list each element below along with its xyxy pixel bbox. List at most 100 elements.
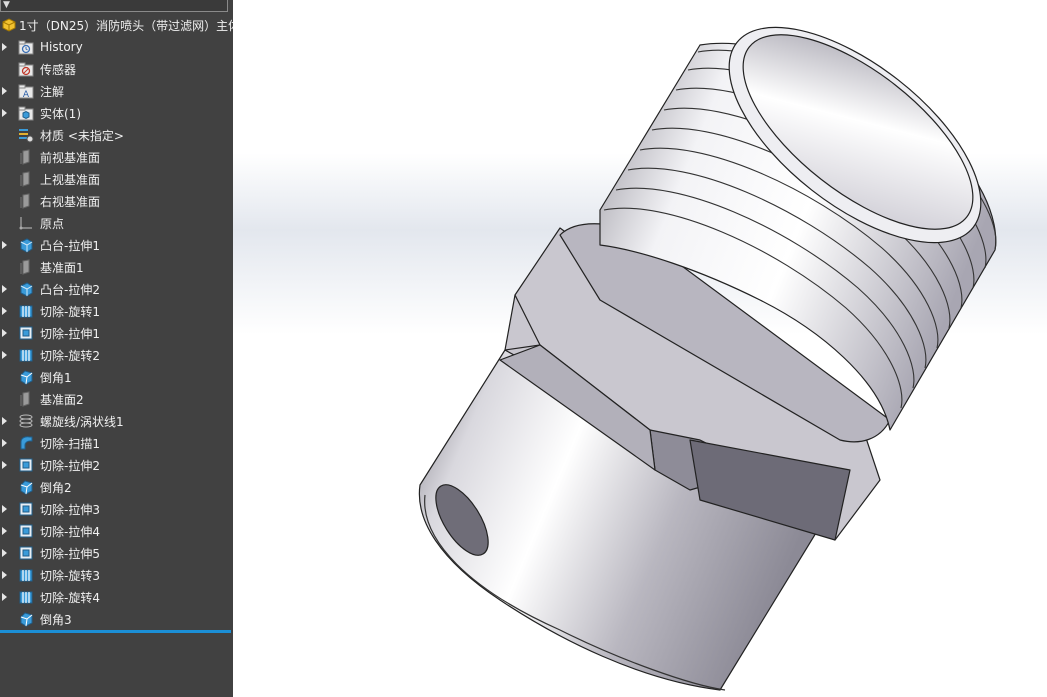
tree-item[interactable]: 切除-拉伸4 [0, 520, 233, 542]
plane-icon [20, 259, 30, 275]
tree-item-label: 切除-拉伸5 [40, 546, 100, 561]
cut-revolve-icon [19, 349, 33, 362]
cut-extrude-icon [19, 524, 33, 538]
tree-item[interactable]: 基准面1 [0, 256, 233, 278]
tree-item[interactable]: 基准面2 [0, 388, 233, 410]
tree-item[interactable]: 材质 <未指定> [0, 124, 233, 146]
expand-arrow-icon[interactable] [0, 498, 12, 520]
tree-item[interactable]: 螺旋线/涡状线1 [0, 410, 233, 432]
tree-item[interactable]: 切除-旋转3 [0, 564, 233, 586]
cut-revolve-icon [19, 569, 33, 582]
tree-item-label: 螺旋线/涡状线1 [40, 414, 124, 429]
expand-arrow-icon[interactable] [0, 454, 12, 476]
expand-arrow-icon[interactable] [0, 586, 12, 608]
tree-item[interactable]: 倒角2 [0, 476, 233, 498]
cut-sweep-icon [20, 436, 33, 450]
tree-item[interactable]: 原点 [0, 212, 233, 234]
expand-arrow-icon[interactable] [0, 278, 12, 300]
part-root-node[interactable]: 1寸（DN25）消防喷头（带过滤网）主体 [0, 14, 233, 36]
tree-item-label: 凸台-拉伸2 [40, 282, 100, 297]
tree-item-label: 实体(1) [40, 106, 81, 121]
tree-filter-input[interactable]: ▼ [0, 0, 228, 12]
tree-item[interactable]: 切除-拉伸2 [0, 454, 233, 476]
tree-item-label: 切除-拉伸3 [40, 502, 100, 517]
tree-item[interactable]: 切除-拉伸5 [0, 542, 233, 564]
cut-extrude-icon [19, 546, 33, 560]
tree-item[interactable]: 切除-拉伸3 [0, 498, 233, 520]
tree-item-label: 基准面1 [40, 260, 84, 275]
filter-icon[interactable]: ▼ [3, 0, 10, 10]
tree-item[interactable]: 实体(1) [0, 102, 233, 124]
part-3d-model[interactable] [233, 0, 1047, 697]
expand-arrow-icon[interactable] [0, 300, 12, 322]
material-icon [19, 129, 34, 143]
plane-icon [20, 193, 30, 209]
tree-item[interactable]: 切除-旋转1 [0, 300, 233, 322]
expand-arrow-icon[interactable] [0, 36, 12, 58]
expand-arrow-icon[interactable] [0, 322, 12, 344]
tree-item[interactable]: History [0, 36, 233, 58]
tree-item-label: 传感器 [40, 62, 77, 77]
helix-icon [19, 414, 33, 428]
rollback-bar[interactable] [0, 630, 231, 633]
solid-bodies-folder-icon [18, 106, 34, 121]
tree-item[interactable]: 前视基准面 [0, 146, 233, 168]
cut-revolve-icon [19, 591, 33, 604]
plane-icon [20, 391, 30, 407]
tree-item[interactable]: 凸台-拉伸1 [0, 234, 233, 256]
annotation-folder-icon: A [18, 84, 34, 99]
cut-extrude-icon [19, 502, 33, 516]
tree-item-label: 右视基准面 [40, 194, 101, 209]
expand-arrow-icon[interactable] [0, 542, 12, 564]
tree-item-label: 材质 <未指定> [40, 128, 124, 143]
tree-item-label: 切除-拉伸4 [40, 524, 100, 539]
tree-item[interactable]: 切除-拉伸1 [0, 322, 233, 344]
tree-item-label: 倒角2 [40, 480, 72, 495]
tree-item-label: 切除-旋转1 [40, 304, 100, 319]
tree-item-label: 切除-扫描1 [40, 436, 100, 451]
tree-item[interactable]: 倒角1 [0, 366, 233, 388]
expand-arrow-icon[interactable] [0, 344, 12, 366]
cut-extrude-icon [19, 326, 33, 340]
expand-arrow-icon[interactable] [0, 564, 12, 586]
tree-item[interactable]: 倒角3 [0, 608, 233, 630]
tree-item[interactable]: 上视基准面 [0, 168, 233, 190]
feature-list: History 传感器 A 注解实体(1) 材质 <未指定> 前视基准面上视基准面右视基准… [0, 36, 233, 630]
boss-extrude-icon [20, 282, 33, 297]
tree-item-label: 切除-旋转4 [40, 590, 100, 605]
expand-arrow-icon[interactable] [0, 80, 12, 102]
tree-item[interactable]: 切除-扫描1 [0, 432, 233, 454]
tree-item[interactable]: A 注解 [0, 80, 233, 102]
tree-item[interactable]: 切除-旋转4 [0, 586, 233, 608]
tree-item-label: 前视基准面 [40, 150, 101, 165]
tree-item-label: 切除-拉伸1 [40, 326, 100, 341]
tree-item-label: 原点 [40, 216, 65, 231]
expand-arrow-icon[interactable] [0, 410, 12, 432]
tree-item-label: 凸台-拉伸1 [40, 238, 100, 253]
chamfer-icon [20, 480, 33, 495]
tree-item-label: History [40, 40, 83, 54]
tree-item[interactable]: 切除-旋转2 [0, 344, 233, 366]
boss-extrude-icon [20, 238, 33, 253]
expand-arrow-icon[interactable] [0, 432, 12, 454]
tree-item[interactable]: 凸台-拉伸2 [0, 278, 233, 300]
expand-arrow-icon[interactable] [0, 234, 12, 256]
part-name: 1寸（DN25）消防喷头（带过滤网）主体 [19, 18, 233, 33]
graphics-area[interactable] [233, 0, 1047, 697]
cut-revolve-icon [19, 305, 33, 318]
expand-arrow-icon[interactable] [0, 102, 12, 124]
plane-icon [20, 149, 30, 165]
plane-icon [20, 171, 30, 187]
expand-arrow-icon[interactable] [0, 520, 12, 542]
tree-item[interactable]: 右视基准面 [0, 190, 233, 212]
tree-item-label: 切除-拉伸2 [40, 458, 100, 473]
tree-item[interactable]: 传感器 [0, 58, 233, 80]
